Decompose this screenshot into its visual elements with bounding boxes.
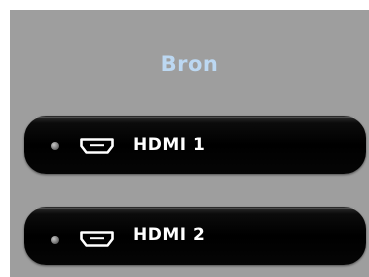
source-button-hdmi-1[interactable]: HDMI 1 (24, 116, 366, 174)
hdmi-port-icon (80, 138, 114, 154)
source-label: HDMI 2 (133, 225, 206, 245)
source-label: HDMI 1 (133, 135, 206, 155)
hdmi-port-icon (80, 231, 114, 247)
status-indicator-icon (51, 236, 59, 244)
menu-title: Bron (160, 52, 219, 76)
status-indicator-icon (51, 142, 59, 150)
source-menu-panel: Bron HDMI 1 HDMI 2 (10, 10, 369, 277)
source-button-hdmi-2[interactable]: HDMI 2 (24, 207, 366, 265)
